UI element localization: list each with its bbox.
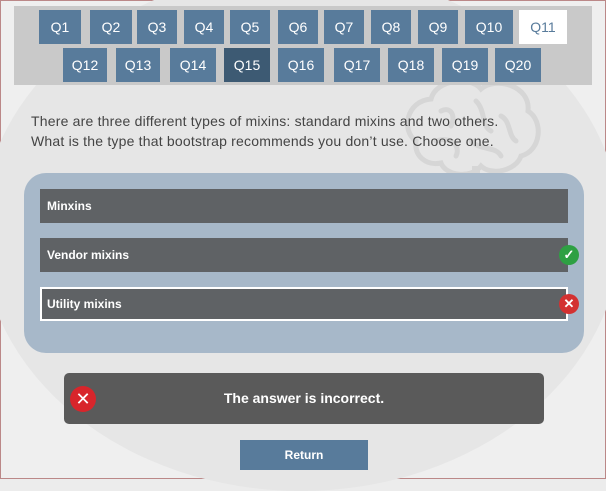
result-text: The answer is incorrect. [223, 390, 385, 406]
question-tab-q12[interactable]: Q12 [63, 48, 107, 82]
question-tab-q10[interactable]: Q10 [465, 10, 513, 44]
x-icon: ✕ [559, 294, 579, 314]
question-tab-q16[interactable]: Q16 [278, 48, 324, 82]
result-banner: The answer is incorrect. ✕ [64, 373, 544, 424]
quiz-window: Q1 Q2 Q3 Q4 Q5 Q6 Q7 Q8 Q9 Q10 Q11 Q12 Q13 Q14 Q15 Q16 Q… [0, 0, 606, 491]
answer-options-panel: Minxins Vendor mixins ✓ Utility mixins ✕ [24, 173, 584, 353]
question-tab-q3[interactable]: Q3 [137, 10, 177, 44]
check-icon: ✓ [559, 245, 579, 265]
question-tab-q5[interactable]: Q5 [230, 10, 270, 44]
question-tab-q4[interactable]: Q4 [184, 10, 224, 44]
question-tab-q19[interactable]: Q19 [442, 48, 488, 82]
answer-option-1[interactable]: Minxins [40, 189, 568, 223]
question-tab-q14[interactable]: Q14 [170, 48, 216, 82]
question-tab-q11[interactable]: Q11 [519, 10, 567, 44]
answer-option-label: Vendor mixins [47, 248, 130, 262]
question-line-2: What is the type that bootstrap recommen… [31, 133, 494, 149]
question-tab-q17[interactable]: Q17 [334, 48, 380, 82]
question-tab-q18[interactable]: Q18 [388, 48, 434, 82]
answer-option-label: Utility mixins [47, 297, 122, 311]
question-line-1: There are three different types of mixin… [31, 113, 499, 129]
question-tab-q15[interactable]: Q15 [224, 48, 270, 82]
question-tab-q20[interactable]: Q20 [495, 48, 541, 82]
question-tab-q9[interactable]: Q9 [418, 10, 458, 44]
question-tab-q2[interactable]: Q2 [90, 10, 132, 44]
question-navigation: Q1 Q2 Q3 Q4 Q5 Q6 Q7 Q8 Q9 Q10 Q11 Q12 Q13 Q14 Q15 Q16 Q… [14, 6, 592, 85]
question-tab-q6[interactable]: Q6 [278, 10, 318, 44]
question-text: There are three different types of mixin… [31, 111, 591, 151]
answer-option-3[interactable]: Utility mixins [40, 287, 568, 321]
question-tab-q1[interactable]: Q1 [39, 10, 81, 44]
question-tab-q8[interactable]: Q8 [371, 10, 411, 44]
x-circle-icon: ✕ [70, 386, 96, 412]
question-tab-q7[interactable]: Q7 [324, 10, 364, 44]
answer-option-2[interactable]: Vendor mixins [40, 238, 568, 272]
answer-option-label: Minxins [47, 199, 92, 213]
return-button[interactable]: Return [240, 440, 368, 470]
question-tab-q13[interactable]: Q13 [116, 48, 160, 82]
